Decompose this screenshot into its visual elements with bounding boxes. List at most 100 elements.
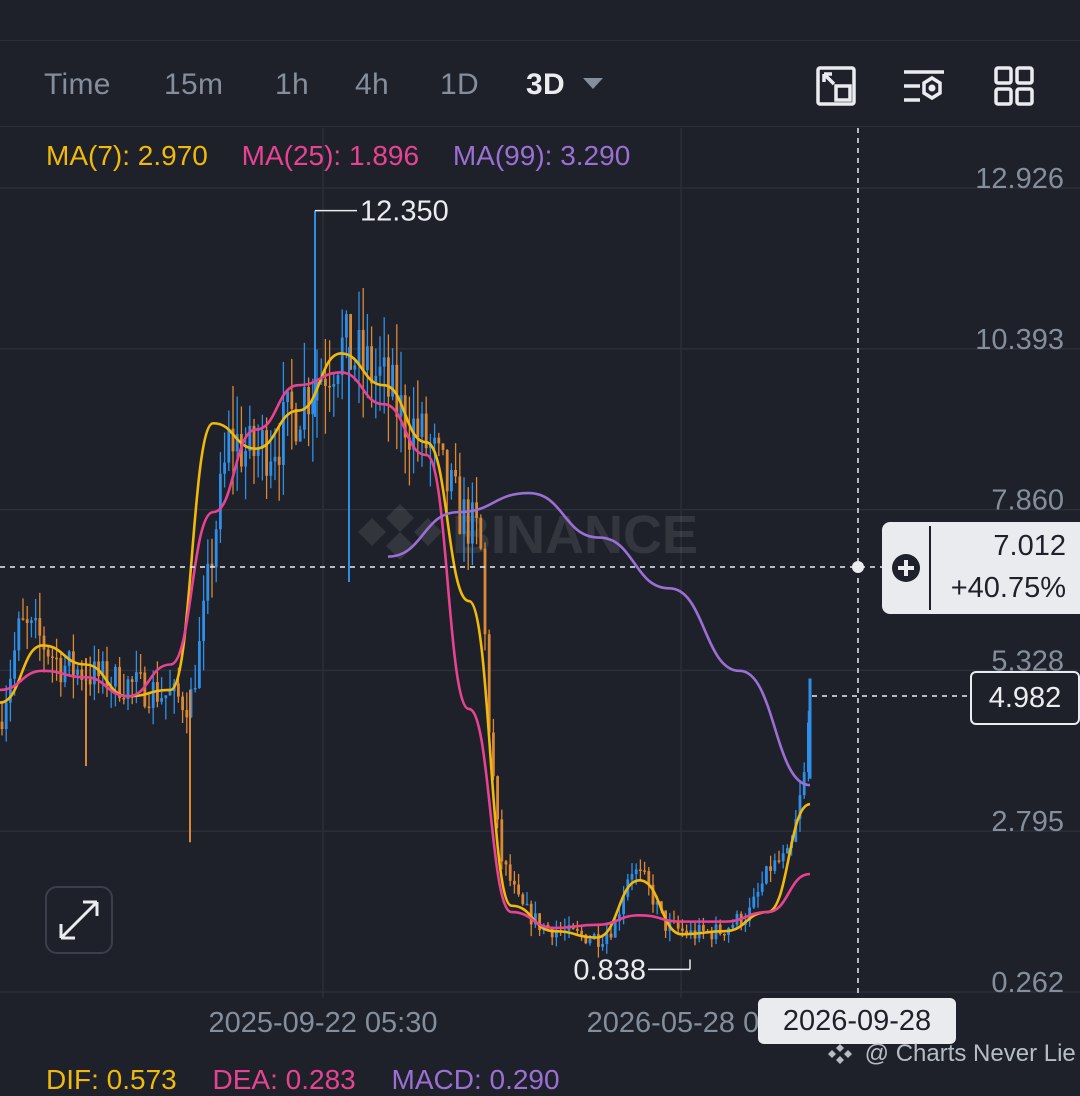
candle-body	[416, 418, 420, 437]
price-tick-label: 12.926	[975, 163, 1064, 195]
candle-body	[34, 618, 37, 621]
high-marker-label: 12.350	[360, 196, 449, 228]
candle-body	[760, 883, 764, 892]
candle-body	[450, 470, 453, 492]
candle-body	[160, 698, 163, 702]
crosshair-dot	[852, 561, 864, 573]
candle-body	[181, 696, 184, 711]
candle-body	[361, 329, 365, 371]
candle-body	[17, 618, 21, 651]
candle-body	[630, 874, 634, 880]
candle-body	[332, 383, 336, 387]
candle-body	[42, 635, 46, 650]
candle-body	[202, 600, 205, 642]
candle-body	[483, 548, 487, 635]
candle-body	[0, 721, 4, 730]
binance-logo-icon	[828, 1044, 852, 1064]
ma25-label: MA(25): 1.896	[241, 140, 420, 171]
candle-body	[508, 864, 512, 881]
candle-body	[147, 706, 151, 709]
candle-body	[580, 930, 583, 935]
candle-body	[357, 329, 361, 366]
candle-body	[613, 921, 617, 938]
candle-body	[609, 933, 613, 938]
candle-body	[370, 346, 373, 384]
candle-body	[576, 928, 579, 931]
candle-body	[513, 880, 516, 885]
candle-body	[786, 848, 789, 854]
price-tick-label: 7.860	[991, 485, 1064, 517]
candle-body	[324, 378, 327, 386]
crosshair-price-badge[interactable]: 7.012 +40.75%	[882, 522, 1080, 614]
candle-body	[395, 364, 399, 417]
candle-body	[193, 687, 197, 690]
candle-body	[496, 776, 499, 820]
candle-body	[756, 891, 760, 897]
candle-body	[164, 695, 168, 699]
candle-body	[525, 903, 529, 906]
candle-body	[366, 346, 369, 371]
candle-body	[382, 357, 386, 367]
candle-body	[223, 462, 226, 474]
add-alert-icon[interactable]	[892, 554, 920, 582]
macd-legend: DIF: 0.573 DEA: 0.283 MACD: 0.290	[46, 1064, 588, 1096]
candle-body	[286, 391, 289, 403]
price-tick-label: 2.795	[991, 806, 1064, 838]
candle-body	[605, 933, 609, 944]
candle-body	[265, 430, 268, 476]
candle-body	[353, 365, 357, 370]
time-tick-label: 2025-09-22 05:30	[209, 1007, 438, 1039]
candle-body	[336, 375, 340, 384]
candle-body	[177, 683, 180, 697]
time-axis: 2025-09-22 05:30 2026-05-28 05	[209, 1007, 776, 1039]
candle-body	[198, 641, 201, 688]
candle-body	[307, 387, 310, 415]
candle-body	[114, 666, 117, 687]
crosshair-change: +40.75%	[950, 572, 1066, 604]
ma7-label: MA(7): 2.970	[46, 140, 208, 171]
candle-body	[122, 698, 126, 700]
candle-body	[441, 443, 445, 450]
candle-body	[135, 672, 138, 682]
candle-body	[731, 924, 735, 929]
candle-body	[458, 476, 462, 534]
candle-body	[723, 933, 726, 936]
candle-body	[59, 657, 63, 683]
ma-legend: MA(7): 2.970 MA(25): 1.896 MA(99): 3.290	[46, 140, 656, 172]
candle-body	[273, 456, 277, 462]
candle-body	[773, 860, 777, 871]
watermark-text: @ Charts Never Lie	[864, 1040, 1076, 1067]
candle-body	[290, 391, 294, 409]
candle-body	[151, 682, 155, 708]
candle-body	[282, 402, 285, 465]
candle-body	[269, 461, 273, 476]
candle-body	[769, 866, 772, 871]
candle-body	[46, 649, 50, 657]
candle-body	[420, 413, 424, 437]
candle-body	[4, 702, 8, 730]
exchange-watermark: BINANCE	[358, 504, 698, 565]
candle-body	[139, 672, 142, 674]
candle-body	[466, 499, 470, 544]
candle-body	[340, 337, 344, 376]
candle-body	[433, 437, 436, 444]
candle-body	[130, 679, 134, 682]
candle-body	[206, 563, 210, 601]
candle-body	[634, 869, 638, 875]
candle-body	[21, 618, 25, 620]
candle-body	[88, 679, 92, 685]
watermark: @ Charts Never Lie	[826, 1040, 1076, 1068]
candle-body	[681, 928, 684, 931]
candle-body	[445, 449, 449, 492]
low-marker-label: 0.838	[573, 954, 646, 986]
annotations: 12.350 0.838	[315, 196, 691, 986]
candle-body	[643, 870, 646, 872]
candle-body	[244, 450, 247, 467]
candle-body	[76, 669, 79, 675]
candle-body	[504, 861, 508, 865]
candle-body	[639, 869, 642, 872]
candle-body	[437, 437, 441, 444]
candle-body	[25, 619, 29, 623]
expand-chart-button[interactable]	[45, 886, 113, 954]
candle-body	[38, 618, 42, 636]
